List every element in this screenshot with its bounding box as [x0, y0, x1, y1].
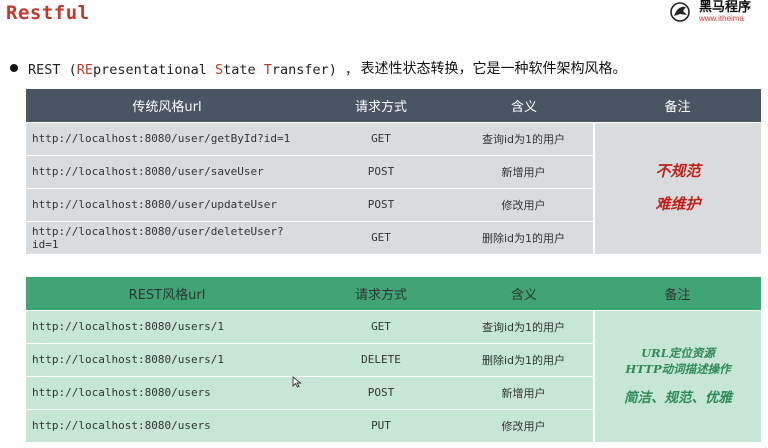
column-header-note: 备注 [594, 277, 761, 310]
rest-description: 表述性状态转换，它是一种软件架构风格。 [360, 61, 627, 77]
url-cell: http://localhost:8080/user/saveUser [26, 154, 308, 188]
meaning-cell: 新增用户 [454, 154, 594, 188]
method-cell: DELETE [308, 342, 454, 376]
note-line: 难维护 [655, 195, 701, 214]
method-cell: POST [308, 375, 454, 409]
table-row: http://localhost:8080/user/getById?id=1 … [26, 121, 761, 254]
bullet-dot-icon [10, 64, 18, 72]
method-cell: GET [308, 121, 454, 155]
column-header-method: 请求方式 [308, 277, 454, 310]
logo-brand-name: 黑马程序 [699, 0, 752, 15]
note-line: URL定位资源 [641, 345, 715, 360]
meaning-cell: 修改用户 [454, 408, 594, 442]
intro-line: REST (REpresentational State Transfer) ，… [10, 59, 627, 78]
table-header-row: 传统风格url 请求方式 含义 备注 [26, 89, 761, 122]
note-line: 不规范 [655, 162, 701, 181]
column-header-url: 传统风格url [26, 89, 308, 122]
column-header-note: 备注 [594, 89, 761, 122]
traditional-url-table: 传统风格url 请求方式 含义 备注 http://localhost:8080… [26, 89, 761, 254]
url-cell: http://localhost:8080/users [26, 408, 308, 442]
note-cell: URL定位资源 HTTP动词描述操作 简洁、规范、优雅 [593, 309, 761, 442]
url-cell: http://localhost:8080/users [26, 375, 308, 409]
mouse-pointer-icon [292, 373, 302, 388]
url-cell: http://localhost:8080/user/deleteUser?id… [26, 220, 308, 254]
column-header-method: 请求方式 [308, 89, 454, 122]
table-row: http://localhost:8080/users/1 GET 查询id为1… [26, 309, 761, 442]
meaning-cell: 删除id为1的用户 [454, 342, 594, 376]
meaning-cell: 修改用户 [454, 187, 594, 221]
meaning-cell: 查询id为1的用户 [454, 121, 594, 155]
method-cell: GET [308, 220, 454, 254]
rest-url-table: REST风格url 请求方式 含义 备注 http://localhost:80… [26, 277, 761, 442]
url-cell: http://localhost:8080/user/updateUser [26, 187, 308, 221]
column-header-url: REST风格url [26, 277, 308, 310]
method-cell: POST [308, 187, 454, 221]
meaning-cell: 新增用户 [454, 375, 594, 409]
note-cell: 不规范 难维护 [593, 121, 761, 254]
note-line: HTTP动词描述操作 [625, 361, 731, 376]
url-cell: http://localhost:8080/users/1 [26, 342, 308, 376]
slide-title: Restful [6, 2, 90, 24]
brand-logo: 黑马程序 www.itheima [668, 0, 768, 24]
note-line: 简洁、规范、优雅 [624, 389, 732, 406]
horse-logo-icon [668, 1, 696, 23]
rest-acronym: REST (REpresentational State Transfer) ， [28, 62, 359, 78]
method-cell: GET [308, 309, 454, 343]
column-header-meaning: 含义 [454, 89, 594, 122]
table-header-row: REST风格url 请求方式 含义 备注 [26, 277, 761, 310]
url-cell: http://localhost:8080/users/1 [26, 309, 308, 343]
column-header-meaning: 含义 [454, 277, 594, 310]
meaning-cell: 删除id为1的用户 [454, 220, 594, 254]
meaning-cell: 查询id为1的用户 [454, 309, 594, 343]
logo-url: www.itheima [699, 14, 744, 23]
url-cell: http://localhost:8080/user/getById?id=1 [26, 121, 308, 155]
method-cell: PUT [308, 408, 454, 442]
method-cell: POST [308, 154, 454, 188]
